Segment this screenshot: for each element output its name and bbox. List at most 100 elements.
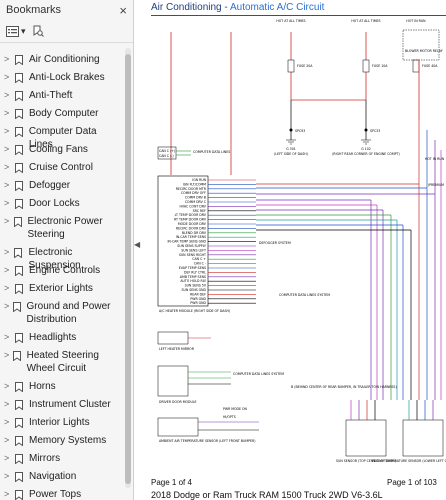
chevron-right-icon[interactable]: > <box>4 71 12 84</box>
bookmark-item[interactable]: > Defogger <box>0 179 123 192</box>
chevron-right-icon[interactable]: > <box>4 470 12 483</box>
options-menu-button[interactable]: ▾ <box>6 25 26 37</box>
bookmark-item[interactable]: > Electronic Power Steering <box>0 215 123 241</box>
bookmark-icon <box>15 145 23 155</box>
chevron-right-icon[interactable]: > <box>4 161 12 174</box>
chevron-right-icon[interactable]: > <box>4 53 12 66</box>
module-pin-label: COMM DRV C <box>185 200 207 204</box>
can-label: CAN C (+) <box>159 149 175 153</box>
section-title: Air Conditioning <box>151 2 222 13</box>
fuse-label: FUSE 20A <box>297 64 313 68</box>
bookmark-item[interactable]: > Memory Systems <box>0 434 123 447</box>
splice-label: SPC33 <box>370 129 380 133</box>
bookmark-label: Ground and Power Distribution <box>26 301 111 325</box>
bookmark-label: Headlights <box>29 332 77 343</box>
sun-sensor-box <box>345 419 387 457</box>
in-car-sensor-box <box>402 419 444 457</box>
bookmarks-scrollbar[interactable] <box>125 48 131 488</box>
bookmark-item[interactable]: > Headlights <box>0 331 123 344</box>
bookmark-item[interactable]: > Interior Lights <box>0 416 123 429</box>
bookmark-label: Cruise Control <box>29 162 93 173</box>
module-pin-label: PWR GND <box>190 301 206 305</box>
comp-data-label: COMPUTER DATA LINES SYSTEM <box>279 293 330 297</box>
bookmark-item[interactable]: > Anti-Theft <box>0 89 123 102</box>
bookmark-label: Engine Controls <box>29 265 101 276</box>
bookmark-icon <box>15 266 23 276</box>
chevron-right-icon[interactable]: > <box>4 398 12 411</box>
find-bookmark-button[interactable] <box>32 25 44 37</box>
chevron-right-icon[interactable]: > <box>4 416 12 429</box>
chevron-right-icon[interactable]: > <box>4 452 12 465</box>
chevron-right-icon[interactable]: > <box>4 143 12 156</box>
chevron-right-icon[interactable]: > <box>4 107 12 120</box>
bookmark-item[interactable]: > Mirrors <box>0 452 123 465</box>
ground-note: (RIGHT REAR CORNER OF ENGINE COMPT) <box>332 152 400 156</box>
chevron-right-icon[interactable]: > <box>4 179 12 192</box>
bookmark-item[interactable]: > Door Locks <box>0 197 123 210</box>
scrollbar-thumb[interactable] <box>125 54 131 484</box>
bookmark-item[interactable]: > Navigation <box>0 470 123 483</box>
bookmarks-toolbar: ▾ <box>0 20 133 43</box>
mode-label: HI/OPTS <box>223 415 236 419</box>
chevron-right-icon[interactable]: > <box>4 215 11 228</box>
module-pin-label: CAN C - <box>194 262 206 266</box>
hot-in-run-tag: HOT IN RUN <box>425 157 445 161</box>
options-menu-icon <box>6 25 19 37</box>
bookmark-label: Instrument Cluster <box>29 399 111 410</box>
bookmark-item[interactable]: > Body Computer <box>0 107 123 120</box>
bookmark-label: Navigation <box>29 471 77 482</box>
module-pin-label: CAN C + <box>192 257 206 261</box>
fuse-label: FUSE 40A <box>422 64 438 68</box>
bookmark-item[interactable]: > Anti-Lock Brakes <box>0 71 123 84</box>
b-note-label: B (BEHIND CENTER OF REAR BUMPER, IN TRAI… <box>291 385 397 389</box>
bookmark-item[interactable]: > Exterior Lights <box>0 282 123 295</box>
bookmarks-panel: Bookmarks × ▾ > Air Conditioning > Anti-Loc… <box>0 0 134 500</box>
chevron-right-icon[interactable]: > <box>4 197 12 210</box>
wiring-diagram: A/C HEATER MODULE (RIGHT SIDE OF DASH) IG… <box>157 19 446 463</box>
chevron-right-icon[interactable]: > <box>4 331 12 344</box>
bookmark-item[interactable]: > Cooling Fans <box>0 143 123 156</box>
document-page: A/C HEATER MODULE (RIGHT SIDE OF DASH) IG… <box>141 0 446 500</box>
ground-label: G 102 <box>361 147 371 151</box>
chevron-right-icon[interactable]: > <box>4 300 10 313</box>
chevron-right-icon[interactable]: > <box>4 246 11 259</box>
bookmark-icon <box>15 400 23 410</box>
premium-label: (PREMIUM <box>428 183 444 187</box>
title-divider <box>151 15 446 16</box>
bookmark-label: Power Tops <box>29 489 82 500</box>
bookmark-item[interactable]: > Power Tops <box>0 488 123 500</box>
module-pin-label: HVAC CONT DRV <box>180 204 207 208</box>
bookmark-item[interactable]: > Horns <box>0 380 123 393</box>
power-mode-label: PWR MODE ON <box>223 407 248 411</box>
chevron-right-icon[interactable]: > <box>4 488 12 500</box>
bookmark-item[interactable]: > Instrument Cluster <box>0 398 123 411</box>
ambient-sensor-label: AMBIENT AIR TEMPERATURE SENSOR (LEFT FRO… <box>159 439 255 443</box>
chevron-right-icon[interactable]: > <box>4 380 12 393</box>
chevron-right-icon[interactable]: > <box>4 349 10 362</box>
in-car-sensor-label: IN-CAR TEMPERATURE SENSOR (LOWER LEFT CE… <box>372 459 446 463</box>
collapse-panel-icon[interactable]: ◀ <box>134 240 140 249</box>
page-title: Air Conditioning - Automatic A/C Circuit <box>151 2 324 13</box>
bookmark-label: Cooling Fans <box>29 144 88 155</box>
chevron-right-icon[interactable]: > <box>4 282 12 295</box>
bookmark-item[interactable]: > Air Conditioning <box>0 53 123 66</box>
chevron-right-icon[interactable]: > <box>4 89 12 102</box>
bookmark-icon <box>15 418 23 428</box>
module-pin-label: RECIRC DOOR DRV <box>176 226 207 230</box>
chevron-right-icon[interactable]: > <box>4 125 12 138</box>
module-pin-label: AMB TEMP SENS <box>180 275 206 279</box>
ground-symbol <box>286 139 296 145</box>
subsection-link[interactable]: Automatic A/C Circuit <box>230 2 324 13</box>
bookmark-item[interactable]: > Engine Controls <box>0 264 123 277</box>
chevron-right-icon[interactable]: > <box>4 264 12 277</box>
chevron-right-icon[interactable]: > <box>4 434 12 447</box>
bookmark-item[interactable]: > Ground and Power Distribution <box>0 300 123 326</box>
hot-in-run-label: HOT IN RUN <box>406 19 426 23</box>
close-icon[interactable]: × <box>119 3 127 18</box>
module-pin-label: RT TEMP DOOR DRV <box>174 218 207 222</box>
module-pin-label: AUTO HOLD RLY <box>180 279 206 283</box>
bookmark-item[interactable]: > Heated Steering Wheel Circuit <box>0 349 123 375</box>
bookmark-icon <box>14 127 23 137</box>
bookmark-item[interactable]: > Cruise Control <box>0 161 123 174</box>
module-pin-label: IN-CAR TEMP SENS <box>176 235 206 239</box>
